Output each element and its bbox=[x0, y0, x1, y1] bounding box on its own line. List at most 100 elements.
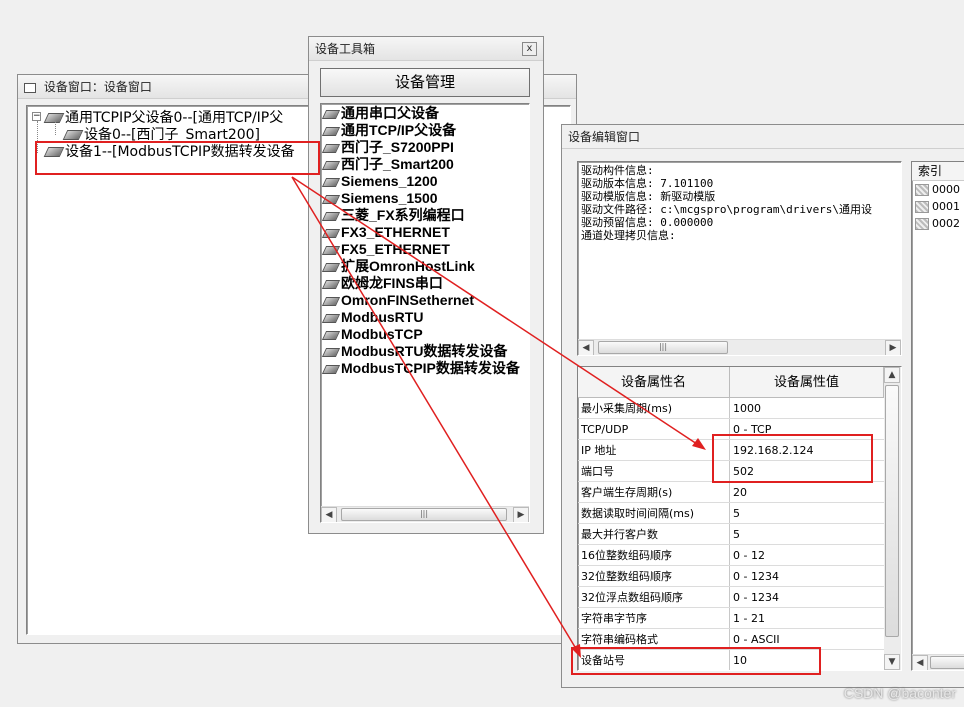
scroll-left-icon[interactable]: ◀ bbox=[912, 655, 928, 670]
close-button[interactable]: x bbox=[522, 42, 537, 56]
scroll-thumb[interactable] bbox=[885, 385, 899, 637]
device-chip-icon bbox=[321, 330, 341, 340]
toolbox-item-label: Siemens_1500 bbox=[341, 190, 438, 206]
editor-titlebar[interactable]: 设备编辑窗口 bbox=[562, 125, 964, 149]
device-chip-icon bbox=[321, 347, 341, 357]
index-item-label: 0002 bbox=[932, 217, 960, 230]
toolbox-item[interactable]: 通用串口父设备 bbox=[321, 105, 529, 122]
property-value[interactable]: 5 bbox=[730, 503, 884, 523]
property-value[interactable]: 0 - ASCII bbox=[730, 629, 884, 649]
property-name: 最小采集周期(ms) bbox=[578, 398, 730, 418]
property-row[interactable]: 最大并行客户数 5 bbox=[578, 524, 884, 545]
scroll-up-icon[interactable]: ▲ bbox=[884, 367, 900, 383]
property-value[interactable]: 1000 bbox=[730, 398, 884, 418]
scroll-right-icon[interactable]: ▶ bbox=[513, 507, 529, 522]
toolbox-item[interactable]: ModbusTCP bbox=[321, 326, 529, 343]
index-item[interactable]: 0002 bbox=[912, 215, 964, 232]
toolbox-item[interactable]: 通用TCP/IP父设备 bbox=[321, 122, 529, 139]
toolbox-item-label: FX5_ETHERNET bbox=[341, 241, 450, 257]
toolbox-item[interactable]: Siemens_1200 bbox=[321, 173, 529, 190]
index-item[interactable]: 0001 bbox=[912, 198, 964, 215]
property-name: 数据读取时间间隔(ms) bbox=[578, 503, 730, 523]
device-chip-icon bbox=[321, 245, 341, 255]
highlight-ip-port bbox=[712, 434, 873, 483]
scroll-thumb[interactable]: ||| bbox=[598, 341, 728, 354]
driver-info-line: 驱动版本信息: 7.101100 bbox=[581, 177, 714, 190]
property-name: TCP/UDP bbox=[578, 419, 730, 439]
property-name: 字符串字节序 bbox=[578, 608, 730, 628]
prop-header-value[interactable]: 设备属性值 bbox=[730, 367, 884, 397]
scroll-left-icon[interactable]: ◀ bbox=[321, 507, 337, 522]
toolbox-window: 设备工具箱 x 设备管理 通用串口父设备 通用TCP/IP父设备 西门子_S7200… bbox=[308, 36, 544, 534]
property-row[interactable]: 16位整数组码顺序 0 - 12 bbox=[578, 545, 884, 566]
toolbox-item-label: ModbusTCP bbox=[341, 326, 423, 342]
toolbox-title: 设备工具箱 bbox=[315, 42, 376, 56]
tree-line bbox=[55, 121, 56, 135]
property-value[interactable]: 0 - 12 bbox=[730, 545, 884, 565]
editor-title: 设备编辑窗口 bbox=[568, 130, 641, 144]
property-value[interactable]: 0 - 1234 bbox=[730, 566, 884, 586]
toolbox-item-label: 西门子_Smart200 bbox=[341, 156, 454, 172]
property-row[interactable]: 最小采集周期(ms) 1000 bbox=[578, 398, 884, 419]
toolbox-item[interactable]: 三菱_FX系列编程口 bbox=[321, 207, 529, 224]
property-value[interactable]: 0 - 1234 bbox=[730, 587, 884, 607]
highlight-device1 bbox=[35, 141, 320, 175]
toolbox-item[interactable]: ModbusTCPIP数据转发设备 bbox=[321, 360, 529, 377]
scroll-right-icon[interactable]: ▶ bbox=[885, 340, 901, 355]
toolbox-item[interactable]: 西门子_Smart200 bbox=[321, 156, 529, 173]
toolbox-item-label: ModbusTCPIP数据转发设备 bbox=[341, 360, 520, 376]
toolbox-item[interactable]: FX5_ETHERNET bbox=[321, 241, 529, 258]
device-chip-icon bbox=[321, 262, 341, 272]
scroll-left-icon[interactable]: ◀ bbox=[578, 340, 594, 355]
toolbox-item[interactable]: 欧姆龙FINS串口 bbox=[321, 275, 529, 292]
toolbox-item[interactable]: 扩展OmronHostLink bbox=[321, 258, 529, 275]
device-chip-icon bbox=[321, 160, 341, 170]
toolbox-titlebar[interactable]: 设备工具箱 x bbox=[309, 37, 543, 61]
info-h-scrollbar[interactable]: ◀ ||| ▶ bbox=[578, 339, 901, 355]
channel-index-list: 索引 0000 0001 0002 ◀ bbox=[911, 161, 964, 671]
toolbox-h-scrollbar[interactable]: ◀ ||| ▶ bbox=[321, 506, 529, 522]
tree-expand-icon[interactable]: − bbox=[32, 112, 41, 121]
device-chip-icon bbox=[321, 177, 341, 187]
driver-info-line: 驱动预留信息: 0.000000 bbox=[581, 216, 714, 229]
watermark: CSDN @baconter bbox=[843, 685, 956, 701]
property-row[interactable]: 数据读取时间间隔(ms) 5 bbox=[578, 503, 884, 524]
property-name: 16位整数组码顺序 bbox=[578, 545, 730, 565]
property-value[interactable]: 5 bbox=[730, 524, 884, 544]
toolbox-item[interactable]: FX3_ETHERNET bbox=[321, 224, 529, 241]
property-value[interactable]: 1 - 21 bbox=[730, 608, 884, 628]
toolbox-item-label: 通用串口父设备 bbox=[341, 105, 439, 121]
channel-icon bbox=[915, 218, 929, 230]
toolbox-item-label: 通用TCP/IP父设备 bbox=[341, 122, 457, 138]
toolbox-item[interactable]: OmronFINSethernet bbox=[321, 292, 529, 309]
property-row[interactable]: 字符串字节序 1 - 21 bbox=[578, 608, 884, 629]
prop-v-scrollbar[interactable]: ▲ ▼ bbox=[884, 367, 901, 670]
index-h-scrollbar[interactable]: ◀ bbox=[912, 654, 964, 670]
property-name: 客户端生存周期(s) bbox=[578, 482, 730, 502]
device-chip-icon bbox=[43, 113, 65, 123]
scroll-down-icon[interactable]: ▼ bbox=[884, 654, 900, 670]
property-row[interactable]: 32位整数组码顺序 0 - 1234 bbox=[578, 566, 884, 587]
toolbox-item[interactable]: 西门子_S7200PPI bbox=[321, 139, 529, 156]
channel-icon bbox=[915, 201, 929, 213]
scroll-thumb[interactable] bbox=[930, 656, 964, 669]
channel-icon bbox=[915, 184, 929, 196]
device-chip-icon bbox=[321, 279, 341, 289]
property-value[interactable]: 20 bbox=[730, 482, 884, 502]
index-item-label: 0000 bbox=[932, 183, 960, 196]
property-row[interactable]: 客户端生存周期(s) 20 bbox=[578, 482, 884, 503]
device-chip-icon bbox=[321, 364, 341, 374]
toolbox-item[interactable]: Siemens_1500 bbox=[321, 190, 529, 207]
device-chip-icon bbox=[62, 130, 84, 140]
index-header[interactable]: 索引 bbox=[912, 162, 964, 181]
toolbox-item[interactable]: ModbusRTU数据转发设备 bbox=[321, 343, 529, 360]
index-item[interactable]: 0000 bbox=[912, 181, 964, 198]
prop-header-name[interactable]: 设备属性名 bbox=[578, 367, 730, 397]
toolbox-item[interactable]: ModbusRTU bbox=[321, 309, 529, 326]
manage-devices-button[interactable]: 设备管理 bbox=[320, 68, 530, 97]
property-name: 最大并行客户数 bbox=[578, 524, 730, 544]
property-row[interactable]: 32位浮点数组码顺序 0 - 1234 bbox=[578, 587, 884, 608]
toolbox-item-label: FX3_ETHERNET bbox=[341, 224, 450, 240]
property-name: 32位浮点数组码顺序 bbox=[578, 587, 730, 607]
scroll-thumb[interactable]: ||| bbox=[341, 508, 507, 521]
